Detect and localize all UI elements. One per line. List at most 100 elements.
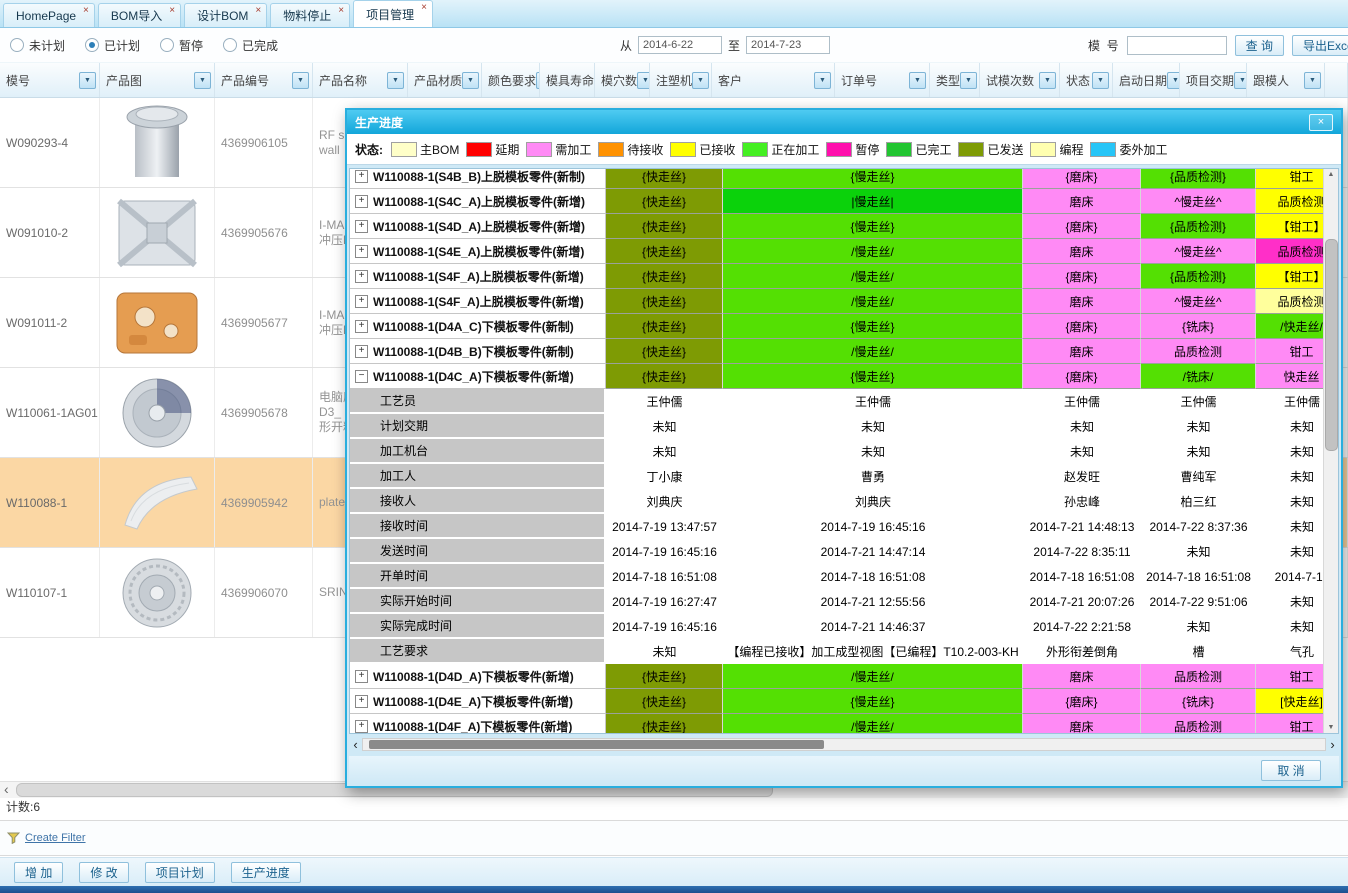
scroll-right-icon[interactable]: › [1326,738,1339,751]
progress-row[interactable]: +W110088-1(D4E_A)下模板零件(新增){快走丝}{慢走丝}{磨床}… [350,689,1324,714]
column-header-模穴数[interactable]: 模穴数▼ [595,63,650,97]
filter-dropdown-icon[interactable]: ▼ [1092,72,1109,89]
filter-dropdown-icon[interactable]: ▼ [462,72,479,89]
process-status-cell: {磨床} [1023,214,1141,239]
scrollbar-thumb[interactable] [369,740,824,749]
column-header-启动日期[interactable]: 启动日期▼ [1113,63,1180,97]
expand-icon[interactable]: + [355,670,368,683]
filter-dropdown-icon[interactable]: ▼ [1234,72,1247,89]
expand-icon[interactable]: + [355,270,368,283]
modal-vertical-scrollbar[interactable]: ▲ ▼ [1323,169,1338,733]
expand-icon[interactable]: + [355,295,368,308]
modal-horizontal-scrollbar[interactable]: ‹ › [349,737,1339,752]
progress-row[interactable]: +W110088-1(S4F_A)上脱模板零件(新增){快走丝}/慢走丝/磨床^… [350,289,1324,314]
expand-icon[interactable]: + [355,695,368,708]
toolbar-button-生产进度[interactable]: 生产进度 [231,862,301,883]
tab-项目管理[interactable]: 项目管理× [353,0,433,27]
column-header-产品编号[interactable]: 产品编号▼ [215,63,313,97]
filter-dropdown-icon[interactable]: ▼ [387,72,404,89]
expand-icon[interactable]: + [355,720,368,733]
progress-row[interactable]: +W110088-1(S4F_A)上脱模板零件(新增){快走丝}/慢走丝/{磨床… [350,264,1324,289]
column-header-试模次数[interactable]: 试模次数▼ [980,63,1060,97]
modal-title-bar[interactable]: 生产进度 × [347,110,1341,134]
filter-dropdown-icon[interactable]: ▼ [692,72,709,89]
collapse-icon[interactable]: − [355,370,368,383]
create-filter-link[interactable]: Create Filter [25,832,86,844]
column-header-订单号[interactable]: 订单号▼ [835,63,930,97]
expand-icon[interactable]: + [355,320,368,333]
progress-row[interactable]: +W110088-1(D4D_A)下模板零件(新增){快走丝}/慢走丝/磨床品质… [350,664,1324,689]
radio-已计划[interactable]: 已计划 [85,37,140,54]
tab-close-icon[interactable]: × [338,5,344,16]
expand-icon[interactable]: + [355,245,368,258]
column-header-注塑机[interactable]: 注塑机▼ [650,63,712,97]
radio-暂停[interactable]: 暂停 [160,37,203,54]
progress-row[interactable]: +W110088-1(S4D_A)上脱模板零件(新增){快走丝}{慢走丝}{磨床… [350,214,1324,239]
column-header-客户[interactable]: 客户▼ [712,63,835,97]
progress-row[interactable]: +W110088-1(S4C_A)上脱模板零件(新增){快走丝}|慢走丝|磨床^… [350,189,1324,214]
filter-dropdown-icon[interactable]: ▼ [79,72,96,89]
filter-dropdown-icon[interactable]: ▼ [960,72,977,89]
scroll-left-icon[interactable]: ‹ [4,781,9,797]
part-name-cell: −W110088-1(D4C_A)下模板零件(新增) [350,364,606,389]
date-from-input[interactable] [638,36,722,54]
search-button[interactable]: 查 询 [1235,35,1284,56]
radio-未计划[interactable]: 未计划 [10,37,65,54]
scrollbar-thumb[interactable] [1325,239,1338,451]
tab-BOM导入[interactable]: BOM导入× [98,3,181,27]
filter-dropdown-icon[interactable]: ▼ [292,72,309,89]
tab-设计BOM[interactable]: 设计BOM× [184,3,267,27]
filter-dropdown-icon[interactable]: ▼ [1167,72,1180,89]
tab-HomePage[interactable]: HomePage× [3,3,95,27]
detail-value: 2014-7-19 16:45:16 [606,614,723,639]
tab-close-icon[interactable]: × [255,5,261,16]
cancel-button[interactable]: 取 消 [1261,760,1321,781]
column-header-产品材质[interactable]: 产品材质▼ [408,63,482,97]
column-header-状态[interactable]: 状态▼ [1060,63,1113,97]
progress-row[interactable]: +W110088-1(D4A_C)下模板零件(新制){快走丝}{慢走丝}{磨床}… [350,314,1324,339]
filter-dropdown-icon[interactable]: ▼ [637,72,650,89]
export-excel-button[interactable]: 导出Exce [1292,35,1348,56]
status-bar [0,886,1348,893]
column-header-产品名称[interactable]: 产品名称▼ [313,63,408,97]
progress-row[interactable]: +W110088-1(S4E_A)上脱模板零件(新增){快走丝}/慢走丝/磨床^… [350,239,1324,264]
radio-已完成[interactable]: 已完成 [223,37,278,54]
column-header-跟模人[interactable]: 跟模人▼ [1247,63,1325,97]
detail-value: 槽 [1141,639,1256,664]
detail-label: 开单时间 [350,564,606,589]
progress-row[interactable]: +W110088-1(S4B_B)上脱模板零件(新制){快走丝}{慢走丝}{磨床… [350,169,1324,189]
toolbar-button-项目计划[interactable]: 项目计划 [145,862,215,883]
modal-close-icon[interactable]: × [1309,114,1333,131]
column-header-产品图[interactable]: 产品图▼ [100,63,215,97]
filter-dropdown-icon[interactable]: ▼ [1039,72,1056,89]
scrollbar-track[interactable] [362,738,1326,751]
toolbar-button-增加[interactable]: 增 加 [14,862,63,883]
expand-icon[interactable]: + [355,345,368,358]
column-header-模号[interactable]: 模号▼ [0,63,100,97]
tab-close-icon[interactable]: × [421,2,427,13]
tab-close-icon[interactable]: × [169,5,175,16]
progress-row[interactable]: −W110088-1(D4C_A)下模板零件(新增){快走丝}{慢走丝}{磨床}… [350,364,1324,389]
filter-dropdown-icon[interactable]: ▼ [1304,72,1321,89]
column-header-类型[interactable]: 类型▼ [930,63,980,97]
tab-物料停止[interactable]: 物料停止× [270,3,350,27]
expand-icon[interactable]: + [355,170,368,183]
scroll-down-icon[interactable]: ▼ [1324,724,1338,731]
filter-dropdown-icon[interactable]: ▼ [909,72,926,89]
date-to-input[interactable] [746,36,830,54]
process-status-cell: 品质检测 [1141,714,1256,733]
column-header-颜色要求[interactable]: 颜色要求▼ [482,63,540,97]
toolbar-button-修改[interactable]: 修 改 [79,862,128,883]
scroll-up-icon[interactable]: ▲ [1324,171,1338,178]
expand-icon[interactable]: + [355,220,368,233]
filter-dropdown-icon[interactable]: ▼ [814,72,831,89]
progress-row[interactable]: +W110088-1(D4F_A)下模板零件(新增){快走丝}/慢走丝/磨床品质… [350,714,1324,733]
column-header-项目交期[interactable]: 项目交期▼ [1180,63,1247,97]
progress-row[interactable]: +W110088-1(D4B_B)下模板零件(新制){快走丝}/慢走丝/磨床品质… [350,339,1324,364]
expand-icon[interactable]: + [355,195,368,208]
filter-dropdown-icon[interactable]: ▼ [194,72,211,89]
scroll-left-icon[interactable]: ‹ [349,738,362,751]
tab-close-icon[interactable]: × [83,5,89,16]
mold-no-input[interactable] [1127,36,1227,55]
column-header-模具寿命[interactable]: 模具寿命▼ [540,63,595,97]
